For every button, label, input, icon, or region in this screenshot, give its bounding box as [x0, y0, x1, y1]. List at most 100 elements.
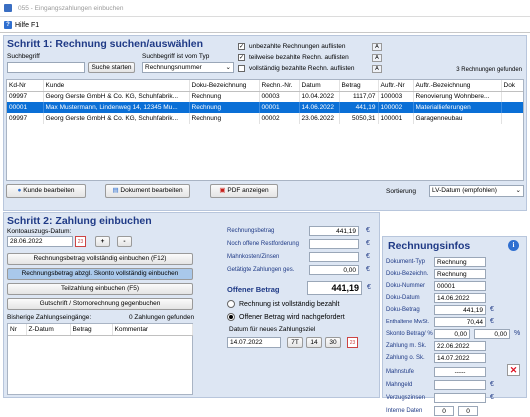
payments-total-value: 0,00	[309, 265, 359, 275]
filter-paid-checkbox[interactable]	[238, 65, 245, 72]
cell: 00001	[7, 102, 44, 113]
col-auftrbez[interactable]: Auftr.-Bezeichnung	[413, 80, 502, 92]
table-row[interactable]: 09997 Georg Gerste GmbH & Co. KG, Schuhf…	[7, 113, 523, 124]
deadline-7-days-button[interactable]: 7T	[287, 337, 303, 348]
book-full-button[interactable]: Rechnungsbetrag vollständig einbuchen (F…	[7, 253, 193, 265]
col-kdnr[interactable]: Kd-Nr	[7, 80, 44, 92]
info-label: Interne Daten	[386, 408, 423, 414]
calendar-icon[interactable]: 23	[347, 337, 358, 348]
currency-label: €	[490, 318, 494, 325]
deadline-14-days-button[interactable]: 14	[306, 337, 322, 348]
found-count: 3 Rechnungen gefunden	[456, 67, 522, 73]
filter-unpaid-label: unbezahlte Rechnungen auflisten	[249, 43, 346, 50]
date-plus-button[interactable]: +	[95, 236, 110, 247]
date-minus-button[interactable]: -	[117, 236, 132, 247]
payment-heading: Schritt 2: Zahlung einbuchen	[7, 215, 152, 227]
info-label: Dokument-Typ	[386, 259, 426, 265]
delete-icon[interactable]: ✕	[507, 364, 520, 376]
radio-open-claimed-label: Offener Betrag wird nachgefordert	[239, 314, 345, 321]
sort-label: Sortierung	[386, 188, 416, 195]
open-amount-currency: €	[367, 284, 371, 291]
filter-unpaid: ✓ unbezahlte Rechnungen auflisten A	[238, 42, 388, 53]
col-auftrnr[interactable]: Auftr.-Nr	[378, 80, 414, 92]
info-row-pay-skonto: Zahlung m. Sk. 22.06.2022	[386, 340, 524, 352]
book-skonto-button[interactable]: Rechnungsbetrag abzgl. Skonto vollständi…	[7, 268, 193, 280]
col-betrag[interactable]: Betrag	[339, 80, 379, 92]
col-kunde[interactable]: Kunde	[43, 80, 190, 92]
help-icon: ?	[4, 21, 12, 29]
col-doku[interactable]: Doku-Bezeichnung	[189, 80, 260, 92]
info-label: Zahlung o. Sk.	[386, 355, 425, 361]
dunning-value[interactable]	[309, 252, 359, 262]
help-label: Hilfe F1	[15, 21, 40, 29]
skonto-amount: 0,00	[434, 329, 470, 339]
info-value: 0	[458, 406, 478, 416]
help-button[interactable]: ? Hilfe F1	[4, 20, 39, 30]
field-label: Getätigte Zahlungen ges.	[227, 267, 295, 273]
filter-partial-checkbox[interactable]: ✓	[238, 54, 245, 61]
invoice-table: Kd-Nr Kunde Doku-Bezeichnung Rechn.-Nr. …	[6, 79, 524, 181]
info-row-vat: Enthaltene MwSt. 70,44 €	[386, 316, 524, 328]
info-label: Verzugszinsen	[386, 395, 426, 401]
col-dok[interactable]: Dok	[501, 80, 523, 92]
col-zdatum[interactable]: Z-Datum	[26, 324, 71, 336]
filter-unpaid-button[interactable]: A	[372, 43, 382, 51]
col-datum[interactable]: Datum	[299, 80, 340, 92]
cell	[501, 113, 523, 124]
filter-paid-button[interactable]: A	[372, 65, 382, 73]
info-row-pay-noskonto: Zahlung o. Sk. 14.07.2022	[386, 352, 524, 364]
radio-fully-paid-label: Rechnung ist vollständig bezahlt	[239, 301, 340, 308]
info-row-mahnstufe: Mahnstufe -----	[386, 366, 524, 379]
book-partial-button[interactable]: Teilzahlung einbuchen (F5)	[7, 283, 193, 295]
filter-partial: ✓ teilweise bezahlte Rechn. auflisten A	[238, 53, 388, 64]
statement-date-field[interactable]: 28.06.2022	[7, 236, 73, 247]
window-title: 055 - Eingangszahlungen einbuchen	[18, 5, 124, 12]
edit-customer-button[interactable]: ● Kunde bearbeiten	[6, 184, 86, 198]
info-row-docname: Doku-Bezeichn. Rechnung	[386, 268, 524, 280]
info-row-doctype: Dokument-Typ Rechnung	[386, 256, 524, 268]
start-search-button[interactable]: Suche starten	[88, 62, 135, 73]
info-row-zinsen: Verzugszinsen €	[386, 392, 524, 405]
open-amount-value: 441,19	[307, 281, 362, 295]
cell: 00002	[259, 113, 300, 124]
info-value: 70,44	[434, 317, 486, 327]
radio-open-claimed[interactable]	[227, 313, 235, 321]
calendar-icon[interactable]: 23	[75, 236, 86, 247]
deadline-date-field[interactable]: 14.07.2022	[227, 337, 281, 348]
edit-document-button[interactable]: ▤ Dokument bearbeiten	[105, 184, 190, 198]
info-row-intern: Interne Daten 0 0	[386, 405, 524, 417]
info-icon[interactable]: i	[508, 240, 519, 251]
radio-fully-paid[interactable]	[227, 300, 235, 308]
filter-unpaid-checkbox[interactable]: ✓	[238, 43, 245, 50]
cell: 100003	[378, 91, 414, 102]
search-type-select[interactable]: Rechnungsnummer ⌄	[142, 62, 234, 73]
currency-label: €	[490, 381, 494, 388]
pdf-button[interactable]: ▣ PDF anzeigen	[210, 184, 278, 198]
col-rechnr[interactable]: Rechn.-Nr.	[259, 80, 300, 92]
cell: 100001	[378, 113, 414, 124]
cell	[501, 102, 523, 113]
table-row[interactable]: 09997 Georg Gerste GmbH & Co. KG, Schuhf…	[7, 91, 523, 102]
cell: 10.04.2022	[299, 91, 340, 102]
book-credit-button[interactable]: Gutschrift / Stornorechnung gegenbuchen	[7, 298, 193, 310]
filter-partial-button[interactable]: A	[372, 54, 382, 62]
info-value: Rechnung	[434, 269, 486, 279]
field-payments-total: Getätigte Zahlungen ges. 0,00 €	[227, 264, 377, 277]
col-kommentar[interactable]: Kommentar	[112, 324, 193, 336]
deadline-30-days-button[interactable]: 30	[325, 337, 341, 348]
cell: Georg Gerste GmbH & Co. KG, Schuhfabrik.…	[43, 91, 190, 102]
sort-select[interactable]: LV-Datum (empfohlen) ⌄	[429, 185, 524, 197]
filter-paid: vollständig bezahlte Rechn. auflisten A	[238, 64, 388, 75]
table-row-selected[interactable]: 00001 Max Mustermann, Lindenweg 14, 1234…	[7, 102, 523, 113]
date-label: Kontoauszugs-Datum:	[7, 228, 72, 235]
info-label: Mahngeld	[386, 382, 413, 388]
payment-panel: Schritt 2: Zahlung einbuchen Kontoauszug…	[3, 212, 380, 398]
col-betrag[interactable]: Betrag	[70, 324, 113, 336]
search-input[interactable]	[7, 62, 85, 73]
prev-payments-count: 0 Zahlungen gefunden	[129, 314, 195, 321]
col-nr[interactable]: Nr	[8, 324, 27, 336]
search-panel: Schritt 1: Rechnung suchen/auswählen Suc…	[3, 35, 527, 211]
radio-dot	[229, 315, 233, 319]
pdf-icon: ▣	[219, 187, 226, 194]
info-value: 14.07.2022	[434, 353, 486, 363]
